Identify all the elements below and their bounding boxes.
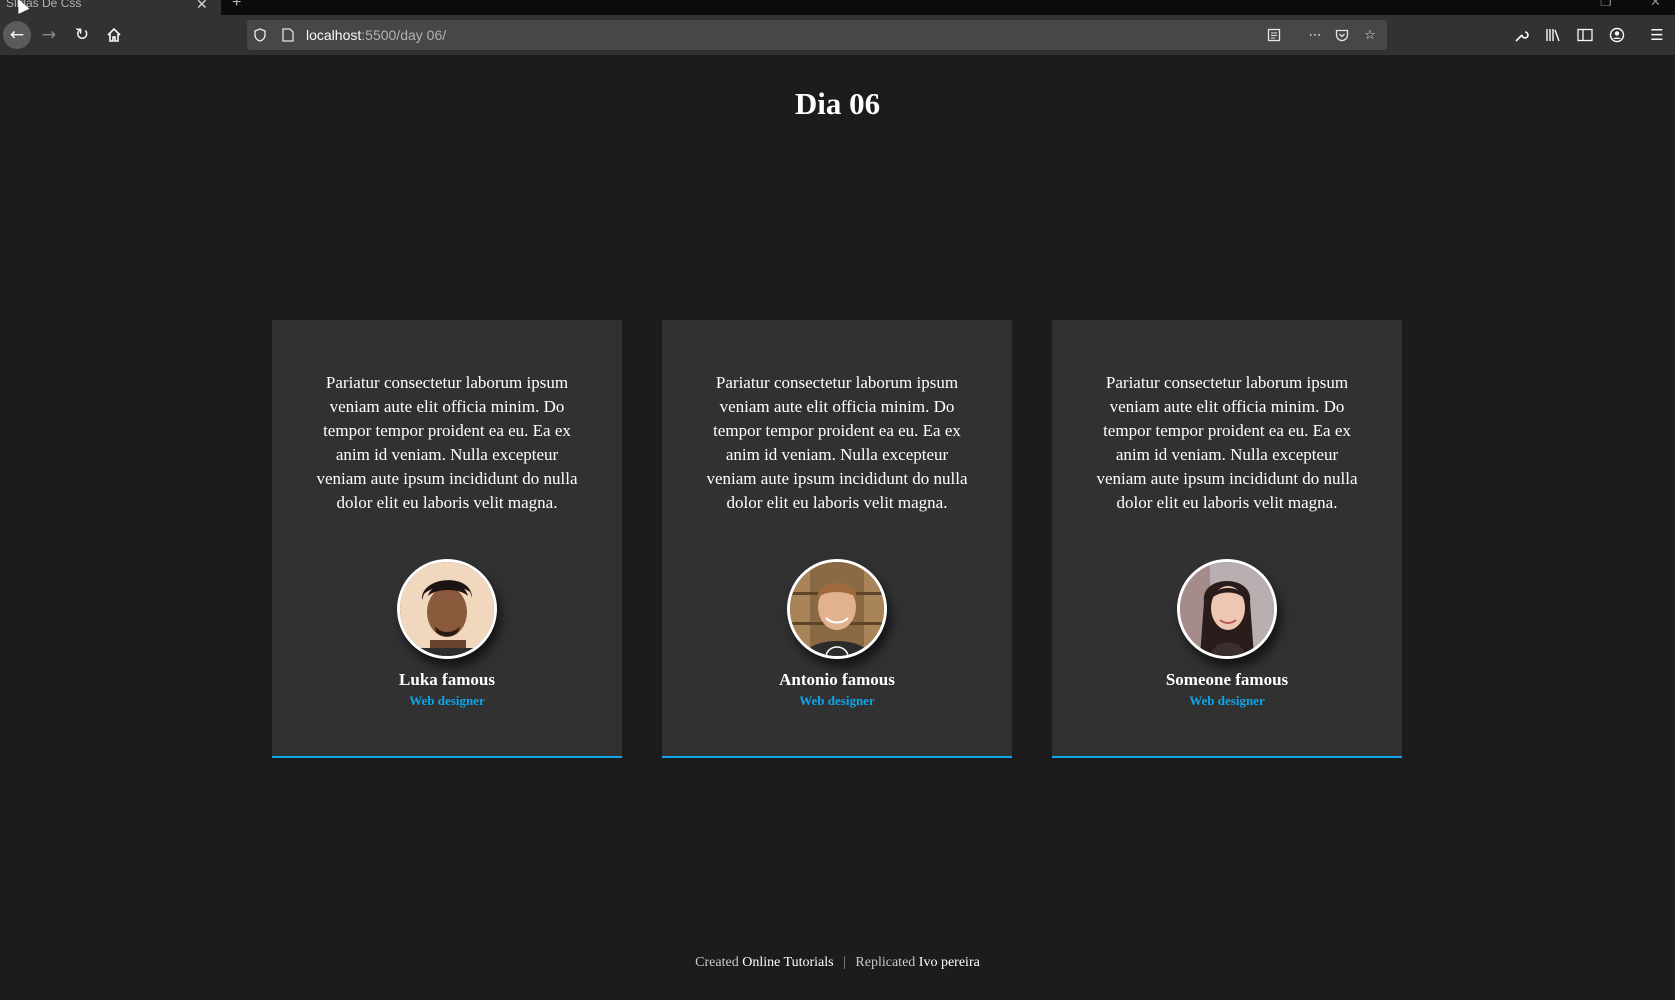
reload-icon: ↻ bbox=[74, 25, 90, 45]
restore-window-icon[interactable]: ❐ bbox=[1600, 0, 1612, 10]
avatar bbox=[1177, 559, 1277, 659]
person-role: Web designer bbox=[1189, 693, 1265, 708]
footer-created-label: Created bbox=[695, 955, 739, 970]
address-bar[interactable]: localhost:5500/day 06/ ⋯ ☆ bbox=[247, 20, 1387, 50]
reader-view-icon[interactable] bbox=[1264, 25, 1284, 45]
back-button[interactable]: ← bbox=[3, 21, 31, 49]
reload-button[interactable]: ↻ bbox=[68, 21, 96, 49]
url-text[interactable]: localhost:5500/day 06/ bbox=[306, 27, 446, 43]
person-name: Someone famous bbox=[1165, 670, 1289, 689]
person-name: Luka famous bbox=[399, 670, 495, 689]
arrow-right-icon: → bbox=[41, 25, 57, 45]
testimonial-text: Pariatur consectetur laborum ipsum venia… bbox=[1096, 373, 1358, 512]
arrow-left-icon: ← bbox=[9, 25, 25, 45]
bookmark-star-icon[interactable]: ☆ bbox=[1360, 25, 1380, 45]
home-icon bbox=[107, 27, 121, 42]
person-name: Antonio famous bbox=[779, 670, 895, 689]
footer-created-link[interactable]: Online Tutorials bbox=[742, 955, 833, 970]
navigation-toolbar: ← → ↻ localhost:5500/day 06/ ⋯ ☆ ☰ bbox=[0, 15, 1675, 55]
tab-bar: Slidas De Css ✕ + ❐ ✕ bbox=[0, 0, 1675, 15]
page-title: Dia 06 bbox=[794, 86, 881, 121]
testimonial-card: Pariatur consectetur laborum ipsum venia… bbox=[1052, 320, 1402, 758]
sidebar-icon[interactable] bbox=[1574, 24, 1596, 46]
person-role: Web designer bbox=[409, 693, 485, 708]
pocket-icon[interactable] bbox=[1332, 25, 1352, 45]
page-info-icon[interactable] bbox=[278, 25, 298, 45]
browser-tab[interactable]: Slidas De Css ✕ bbox=[0, 0, 221, 15]
avatar bbox=[397, 559, 497, 659]
testimonial-card: Pariatur consectetur laborum ipsum venia… bbox=[272, 320, 622, 758]
close-tab-icon[interactable]: ✕ bbox=[196, 0, 208, 13]
new-tab-icon[interactable]: + bbox=[232, 0, 241, 12]
url-host: localhost bbox=[306, 27, 362, 43]
footer: Created Online Tutorials | Replicated Iv… bbox=[0, 955, 1675, 971]
footer-replicated-label: Replicated bbox=[855, 955, 916, 970]
home-button[interactable] bbox=[100, 21, 128, 49]
library-icon[interactable] bbox=[1542, 24, 1564, 46]
footer-replicated-link[interactable]: Ivo pereira bbox=[919, 955, 980, 970]
menu-icon[interactable]: ☰ bbox=[1646, 24, 1668, 46]
testimonial-card: Pariatur consectetur laborum ipsum venia… bbox=[662, 320, 1012, 758]
wrench-icon[interactable] bbox=[1510, 24, 1532, 46]
more-actions-icon[interactable]: ⋯ bbox=[1305, 25, 1325, 45]
close-window-icon[interactable]: ✕ bbox=[1650, 0, 1661, 10]
avatar bbox=[787, 559, 887, 659]
person-role: Web designer bbox=[799, 693, 875, 708]
forward-button[interactable]: → bbox=[35, 21, 63, 49]
testimonial-text: Pariatur consectetur laborum ipsum venia… bbox=[706, 373, 968, 512]
footer-separator: | bbox=[843, 955, 846, 970]
shield-icon[interactable] bbox=[250, 25, 270, 45]
url-path: :5500/day 06/ bbox=[361, 27, 447, 43]
account-icon[interactable] bbox=[1606, 24, 1628, 46]
testimonial-text: Pariatur consectetur laborum ipsum venia… bbox=[316, 373, 578, 512]
